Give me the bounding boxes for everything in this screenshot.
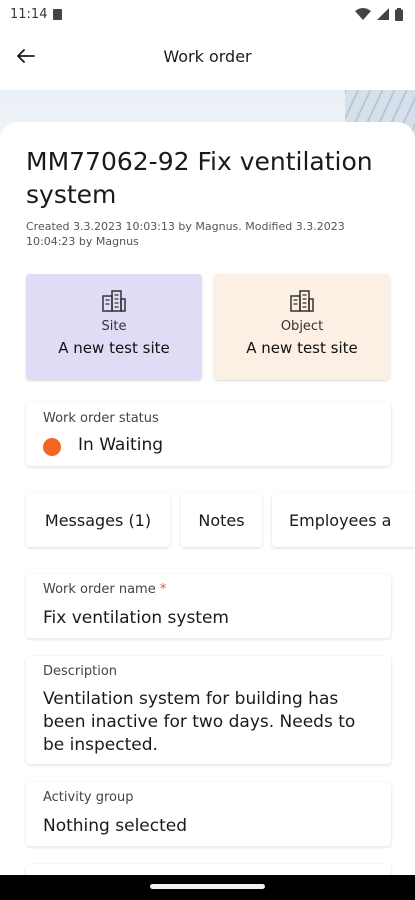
object-label: Object [280,319,324,334]
work-order-status-card[interactable]: Work order status In Waiting [26,402,391,466]
app-bar: Work order [0,28,415,84]
tab-notes[interactable]: Notes [181,493,262,547]
status-left: 11:14 [10,6,63,22]
arrow-left-icon [17,49,35,63]
site-label: Site [101,319,127,334]
signal-icon [377,8,389,20]
status-value: In Waiting [78,435,164,455]
work-order-name-value: Fix ventilation system [43,608,229,628]
tab-messages[interactable]: Messages (1) [26,493,170,547]
building-icon [290,290,314,312]
activity-group-value: Nothing selected [43,816,188,836]
home-gesture-handle[interactable] [150,884,265,889]
status-label: Work order status [43,411,159,426]
battery-icon [395,7,403,21]
clock: 11:14 [10,6,48,22]
status-indicator [43,438,61,456]
status-right [355,7,403,21]
site-value: A new test site [58,339,170,357]
work-order-name-label-text: Work order name [43,582,156,597]
required-mark: * [159,582,167,597]
back-button[interactable] [2,32,50,80]
activity-group-field[interactable]: Activity group Nothing selected [26,782,391,846]
work-order-name-field[interactable]: Work order name * Fix ventilation system [26,574,391,638]
gesture-navigation-bar [0,875,415,900]
object-value: A new test site [246,339,358,357]
work-order-name-label: Work order name * [43,582,166,597]
description-value: Ventilation system for building has been… [43,689,356,755]
sim-card-icon [53,8,63,20]
description-label: Description [43,664,118,679]
tab-employees[interactable]: Employees a [272,493,415,547]
wifi-icon [355,8,371,20]
site-tile[interactable]: Site A new test site [26,274,202,380]
work-order-title: MM77062-92 Fix ventilation system [26,147,373,209]
activity-group-label: Activity group [43,790,134,805]
building-icon [102,290,126,312]
description-field[interactable]: Description Ventilation system for build… [26,656,391,764]
status-bar: 11:14 [0,0,415,28]
work-order-meta: Created 3.3.2023 10:03:13 by Magnus. Mod… [26,220,345,248]
object-tile[interactable]: Object A new test site [214,274,390,380]
page-title: Work order [163,46,252,66]
